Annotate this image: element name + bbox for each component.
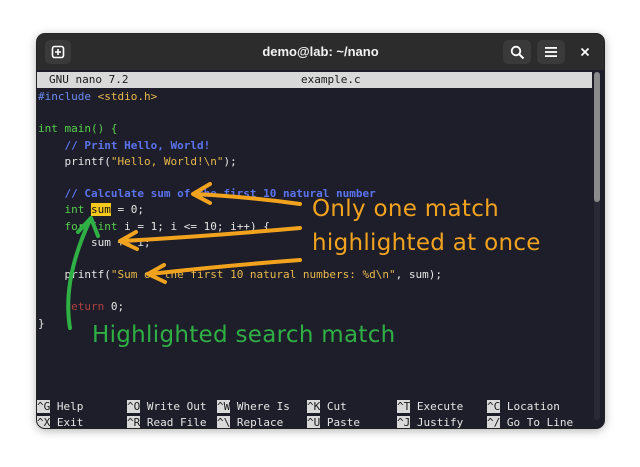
shortcut-label: Exit xyxy=(56,416,84,428)
annotation-highlighted-search-match: Highlighted search match xyxy=(92,322,396,348)
nano-version: GNU nano 7.2 xyxy=(49,73,129,86)
shortcut-row: ^G Help ^O Write Out ^W Where Is ^K Cut … xyxy=(37,399,592,415)
shortcut-where-is[interactable]: ^W Where Is xyxy=(217,399,290,415)
shortcut-location[interactable]: ^C Location xyxy=(487,399,560,415)
shortcut-key: ^K xyxy=(307,400,321,413)
shortcut-write-out[interactable]: ^O Write Out xyxy=(127,399,206,415)
shortcut-help[interactable]: ^G Help xyxy=(37,399,83,415)
code-token: return xyxy=(64,300,105,314)
close-button[interactable] xyxy=(571,40,599,64)
code-comment: // Print Hello, World! xyxy=(38,138,211,152)
code-token: = 0; xyxy=(110,203,144,217)
search-match-highlight: sum xyxy=(91,203,111,217)
new-tab-button[interactable] xyxy=(45,40,71,64)
shortcut-label: Write Out xyxy=(146,400,207,413)
shortcut-label: Replace xyxy=(236,416,284,428)
code-token: "Hello, World!\n" xyxy=(110,154,224,168)
shortcut-key: ^R xyxy=(127,416,141,428)
code-token: "Sum of the first 10 natural numbers: %d… xyxy=(110,268,396,282)
annotation-highlighted-at-once: highlighted at once xyxy=(312,230,541,256)
scrollbar-thumb[interactable] xyxy=(594,72,600,202)
hamburger-menu-icon xyxy=(545,47,557,57)
annotation-only-one-match: Only one match xyxy=(312,196,500,222)
shortcut-key: ^W xyxy=(217,400,231,413)
code-token: sum += i; xyxy=(38,235,151,249)
code-token: int xyxy=(97,219,118,233)
code-token: } xyxy=(38,316,45,330)
code-token: , sum); xyxy=(395,268,442,282)
code-token: <stdio.h> xyxy=(97,90,158,103)
code-line: #include <stdio.h> xyxy=(38,89,442,105)
shortcut-label: Go To Line xyxy=(506,416,574,428)
close-icon xyxy=(580,47,590,57)
code-token: int xyxy=(64,203,85,217)
search-button[interactable] xyxy=(503,40,531,64)
shortcut-bar: ^G Help ^O Write Out ^W Where Is ^K Cut … xyxy=(37,399,592,428)
code-token: int main() { xyxy=(38,122,118,136)
scrollbar[interactable] xyxy=(594,72,600,420)
shortcut-key: ^O xyxy=(127,400,141,413)
shortcut-key: ^/ xyxy=(487,416,501,428)
shortcut-label: Paste xyxy=(326,416,360,428)
code-line: printf("Sum of the first 10 natural numb… xyxy=(38,267,442,283)
shortcut-paste[interactable]: ^U Paste xyxy=(307,415,360,428)
shortcut-cut[interactable]: ^K Cut xyxy=(307,399,347,415)
code-token: ( xyxy=(84,219,98,233)
code-line: printf("Hello, World!\n"); xyxy=(38,154,442,170)
code-line: return 0; xyxy=(38,299,442,315)
menu-button[interactable] xyxy=(537,40,565,64)
shortcut-label: Justify xyxy=(416,416,464,428)
shortcut-label: Read File xyxy=(146,416,207,428)
shortcut-key: ^\ xyxy=(217,416,231,428)
shortcut-key: ^U xyxy=(307,416,321,428)
file-name: example.c xyxy=(301,73,361,86)
search-icon xyxy=(510,45,524,59)
shortcut-row: ^X Exit ^R Read File ^\ Replace ^U Paste… xyxy=(37,415,592,428)
code-token: for xyxy=(64,219,85,233)
shortcut-label: Execute xyxy=(416,400,464,413)
shortcut-exit[interactable]: ^X Exit xyxy=(37,415,83,428)
code-token: 0; xyxy=(104,300,125,314)
shortcut-read-file[interactable]: ^R Read File xyxy=(127,415,206,428)
code-token: #include xyxy=(38,90,98,103)
shortcut-replace[interactable]: ^\ Replace xyxy=(217,415,283,428)
shortcut-key: ^G xyxy=(37,400,51,413)
shortcut-label: Location xyxy=(506,400,560,413)
shortcut-go-to-line[interactable]: ^/ Go To Line xyxy=(487,415,573,428)
shortcut-label: Where Is xyxy=(236,400,290,413)
title-bar: demo@lab: ~/nano xyxy=(37,34,604,70)
code-token: ); xyxy=(223,154,237,168)
shortcut-key: ^C xyxy=(487,400,501,413)
code-token: printf( xyxy=(38,268,111,282)
shortcut-label: Help xyxy=(56,400,84,413)
shortcut-key: ^X xyxy=(37,416,51,428)
code-line: int main() { xyxy=(38,121,442,137)
shortcut-label: Cut xyxy=(326,400,347,413)
shortcut-justify[interactable]: ^J Justify xyxy=(397,415,463,428)
code-line: // Print Hello, World! xyxy=(38,138,442,154)
new-tab-icon xyxy=(51,45,65,59)
shortcut-execute[interactable]: ^T Execute xyxy=(397,399,463,415)
nano-header-bar: GNU nano 7.2 example.c xyxy=(37,72,592,88)
shortcut-key: ^J xyxy=(397,416,411,428)
code-token: i = 1; i <= 10; i++) { xyxy=(117,219,270,233)
shortcut-key: ^T xyxy=(397,400,411,413)
code-token: printf( xyxy=(38,154,111,168)
